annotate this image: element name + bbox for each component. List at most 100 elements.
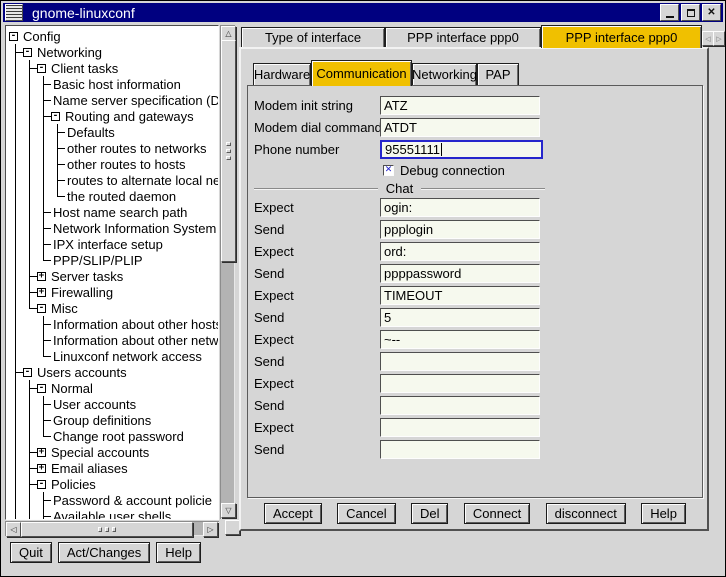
tree-item[interactable]: -Policies: [9, 476, 218, 492]
tree-item[interactable]: -Networking: [9, 44, 218, 60]
text-entry[interactable]: ogin:: [380, 198, 540, 217]
minimize-button[interactable]: [660, 4, 679, 21]
window-menu-icon[interactable]: [5, 4, 23, 21]
text-entry[interactable]: TIMEOUT: [380, 286, 540, 305]
tree-horizontal-scrollbar[interactable]: ◁ ▷: [5, 521, 219, 536]
del-button[interactable]: Del: [411, 503, 449, 524]
vertical-scroll-thumb[interactable]: [221, 40, 236, 262]
scroll-up-icon[interactable]: △: [221, 26, 236, 41]
tree-item-label: Information about other netw: [51, 333, 219, 348]
expander-plus-icon[interactable]: +: [37, 464, 46, 473]
minimize-icon: [666, 16, 674, 18]
text-entry[interactable]: 95551111: [380, 140, 543, 159]
inner-tab[interactable]: Networking: [412, 63, 477, 85]
text-entry[interactable]: [380, 418, 540, 437]
scroll-left-icon[interactable]: ◁: [6, 522, 21, 537]
tree-rail: [23, 348, 37, 364]
tree-vertical-scrollbar[interactable]: △ ▽: [220, 25, 235, 519]
help-button[interactable]: Help: [641, 503, 686, 524]
tree-rail: [9, 492, 23, 508]
cancel-button[interactable]: Cancel: [337, 503, 395, 524]
field-label: Expect: [254, 288, 380, 303]
horizontal-scroll-thumb[interactable]: [21, 522, 193, 537]
text-entry[interactable]: ATZ: [380, 96, 540, 115]
field-label: Send: [254, 266, 380, 281]
expander-plus-icon[interactable]: +: [37, 448, 46, 457]
tree-item[interactable]: IPX interface setup: [9, 236, 218, 252]
tree-item[interactable]: Host name search path: [9, 204, 218, 220]
expander-minus-icon[interactable]: -: [37, 304, 46, 313]
outer-tab[interactable]: PPP interface ppp0: [541, 25, 702, 48]
tree-item[interactable]: PPP/SLIP/PLIP: [9, 252, 218, 268]
tree-item[interactable]: Information about other hosts: [9, 316, 218, 332]
text-entry[interactable]: ATDT: [380, 118, 540, 137]
expander-minus-icon[interactable]: -: [51, 112, 60, 121]
text-entry[interactable]: [380, 352, 540, 371]
tree-item[interactable]: -Misc: [9, 300, 218, 316]
tree-item[interactable]: +Firewalling: [9, 284, 218, 300]
tree-item[interactable]: Password & account policie: [9, 492, 218, 508]
maximize-button[interactable]: [681, 4, 700, 21]
act-changes-button[interactable]: Act/Changes: [58, 542, 150, 563]
expander-minus-icon[interactable]: -: [37, 64, 46, 73]
inner-tab[interactable]: Communication: [311, 60, 412, 86]
tree-item[interactable]: routes to alternate local ne: [9, 172, 218, 188]
text-entry[interactable]: 5: [380, 308, 540, 327]
tree-item[interactable]: +Server tasks: [9, 268, 218, 284]
entry-text: TIMEOUT: [384, 288, 443, 303]
expander-minus-icon[interactable]: -: [37, 384, 46, 393]
tree-item-label: Firewalling: [49, 285, 113, 300]
tree-item[interactable]: Information about other netw: [9, 332, 218, 348]
text-entry[interactable]: ppppassword: [380, 264, 540, 283]
expander-minus-icon[interactable]: -: [23, 48, 32, 57]
tree-item[interactable]: +Email aliases: [9, 460, 218, 476]
scrollbar-corner-grip[interactable]: [225, 520, 240, 535]
tree-item[interactable]: -Config: [9, 28, 218, 44]
scroll-right-icon[interactable]: ▷: [203, 522, 218, 537]
outer-tab[interactable]: PPP interface ppp0: [385, 27, 541, 47]
expander-plus-icon[interactable]: +: [37, 288, 46, 297]
tree-item[interactable]: other routes to networks: [9, 140, 218, 156]
tree-item[interactable]: Defaults: [9, 124, 218, 140]
tree-item[interactable]: -Client tasks: [9, 60, 218, 76]
accept-button[interactable]: Accept: [264, 503, 322, 524]
tree-rail: [37, 172, 51, 188]
tree-item[interactable]: -Users accounts: [9, 364, 218, 380]
inner-tab[interactable]: Hardware: [253, 63, 311, 85]
inner-tab[interactable]: PAP: [477, 63, 519, 85]
text-entry[interactable]: ~--: [380, 330, 540, 349]
tree-item[interactable]: User accounts: [9, 396, 218, 412]
expander-plus-icon[interactable]: +: [37, 272, 46, 281]
expander-minus-icon[interactable]: -: [23, 368, 32, 377]
tree-item[interactable]: Name server specification (D: [9, 92, 218, 108]
expander-minus-icon[interactable]: -: [37, 480, 46, 489]
tree-item[interactable]: Group definitions: [9, 412, 218, 428]
close-button[interactable]: ✕: [702, 4, 721, 21]
debug-connection-checkbox[interactable]: ✕: [383, 165, 394, 176]
tree-item[interactable]: Change root password: [9, 428, 218, 444]
disconnect-button[interactable]: disconnect: [546, 503, 626, 524]
expander-minus-icon[interactable]: -: [9, 32, 18, 41]
quit-button[interactable]: Quit: [10, 542, 52, 563]
chat-row: Expectogin:: [254, 196, 702, 218]
text-entry[interactable]: ppplogin: [380, 220, 540, 239]
scroll-down-icon[interactable]: ▽: [221, 503, 236, 518]
tree-item[interactable]: Linuxconf network access: [9, 348, 218, 364]
tree-item[interactable]: other routes to hosts: [9, 156, 218, 172]
tree-item[interactable]: +Special accounts: [9, 444, 218, 460]
tab-scroll-right-icon[interactable]: ▷: [713, 31, 725, 46]
tree-rail: [9, 460, 23, 476]
text-entry[interactable]: [380, 440, 540, 459]
tree-item[interactable]: Basic host information: [9, 76, 218, 92]
text-entry[interactable]: [380, 396, 540, 415]
outer-tab[interactable]: Type of interface: [241, 27, 385, 47]
tree-item[interactable]: Network Information System: [9, 220, 218, 236]
text-entry[interactable]: ord:: [380, 242, 540, 261]
tree-item[interactable]: -Routing and gateways: [9, 108, 218, 124]
tree-item[interactable]: the routed daemon: [9, 188, 218, 204]
text-entry[interactable]: [380, 374, 540, 393]
tree-item[interactable]: Available user shells: [9, 508, 218, 520]
connect-button[interactable]: Connect: [464, 503, 530, 524]
tree-item[interactable]: -Normal: [9, 380, 218, 396]
help-button[interactable]: Help: [156, 542, 201, 563]
